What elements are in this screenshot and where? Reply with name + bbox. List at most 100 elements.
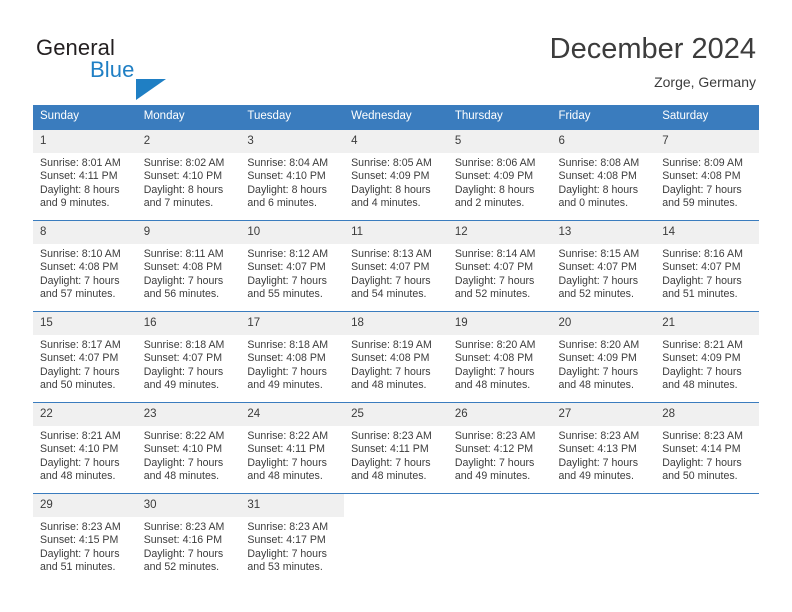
day-cell[interactable]: Sunrise: 8:09 AM Sunset: 4:08 PM Dayligh… (655, 153, 759, 220)
day-number[interactable]: 11 (344, 221, 448, 244)
day-cell[interactable]: Sunrise: 8:12 AM Sunset: 4:07 PM Dayligh… (240, 244, 344, 311)
day-number[interactable]: 9 (137, 221, 241, 244)
daylight-text-cont: and 52 minutes. (143, 561, 220, 574)
daylight-text: Daylight: 7 hours (351, 274, 431, 287)
day-number[interactable]: 15 (33, 312, 137, 335)
day-number[interactable]: 17 (240, 312, 344, 335)
calendar-grid: Sunday Monday Tuesday Wednesday Thursday… (33, 105, 759, 584)
daylight-text: Daylight: 7 hours (40, 274, 120, 287)
weekday-header-row: Sunday Monday Tuesday Wednesday Thursday… (33, 105, 759, 129)
daylight-text: Daylight: 7 hours (454, 456, 535, 469)
day-number[interactable]: 30 (137, 494, 241, 517)
day-cell[interactable]: Sunrise: 8:23 AM Sunset: 4:14 PM Dayligh… (655, 426, 759, 493)
daylight-text: Daylight: 7 hours (40, 547, 120, 560)
daylight-text-cont: and 9 minutes. (40, 197, 110, 210)
sunset-text: Sunset: 4:08 PM (40, 261, 119, 274)
day-number[interactable]: 28 (655, 403, 759, 426)
day-number[interactable]: 24 (240, 403, 344, 426)
day-number[interactable]: 20 (552, 312, 656, 335)
daylight-text: Daylight: 7 hours (558, 456, 639, 469)
week-details: Sunrise: 8:23 AM Sunset: 4:15 PM Dayligh… (33, 517, 759, 584)
sunset-text: Sunset: 4:10 PM (247, 170, 326, 183)
day-number[interactable]: 21 (655, 312, 759, 335)
day-cell[interactable]: Sunrise: 8:21 AM Sunset: 4:09 PM Dayligh… (655, 335, 759, 402)
daylight-text: Daylight: 7 hours (662, 183, 742, 196)
day-cell[interactable]: Sunrise: 8:01 AM Sunset: 4:11 PM Dayligh… (33, 153, 137, 220)
day-cell[interactable]: Sunrise: 8:23 AM Sunset: 4:15 PM Dayligh… (33, 517, 137, 584)
day-number[interactable]: 1 (33, 130, 137, 153)
daylight-text: Daylight: 7 hours (143, 547, 224, 560)
day-number[interactable]: 29 (33, 494, 137, 517)
sunrise-text: Sunrise: 8:20 AM (454, 339, 536, 351)
day-number[interactable]: 4 (344, 130, 448, 153)
day-number[interactable]: 12 (448, 221, 552, 244)
daylight-text: Daylight: 8 hours (247, 183, 327, 196)
day-cell[interactable]: Sunrise: 8:02 AM Sunset: 4:10 PM Dayligh… (137, 153, 241, 220)
day-cell[interactable]: Sunrise: 8:20 AM Sunset: 4:08 PM Dayligh… (448, 335, 552, 402)
sunset-text: Sunset: 4:08 PM (351, 352, 430, 365)
day-number[interactable]: 23 (137, 403, 241, 426)
day-cell[interactable]: Sunrise: 8:23 AM Sunset: 4:11 PM Dayligh… (344, 426, 448, 493)
weekday-header-thursday: Thursday (454, 110, 503, 122)
day-cell[interactable]: Sunrise: 8:23 AM Sunset: 4:16 PM Dayligh… (137, 517, 241, 584)
day-number[interactable]: 5 (448, 130, 552, 153)
day-cell[interactable]: Sunrise: 8:08 AM Sunset: 4:08 PM Dayligh… (552, 153, 656, 220)
sunset-text: Sunset: 4:15 PM (40, 534, 119, 547)
sunrise-text: Sunrise: 8:23 AM (454, 430, 536, 442)
day-number[interactable]: 7 (655, 130, 759, 153)
calendar-page: General Blue December 2024 Zorge, German… (0, 0, 792, 612)
day-cell[interactable]: Sunrise: 8:20 AM Sunset: 4:09 PM Dayligh… (552, 335, 656, 402)
day-number[interactable]: 26 (448, 403, 552, 426)
day-number[interactable]: 19 (448, 312, 552, 335)
day-cell[interactable]: Sunrise: 8:23 AM Sunset: 4:13 PM Dayligh… (552, 426, 656, 493)
sunrise-text: Sunrise: 8:08 AM (558, 157, 640, 169)
general-blue-logo[interactable]: General Blue (36, 36, 206, 100)
day-cell[interactable]: Sunrise: 8:23 AM Sunset: 4:17 PM Dayligh… (240, 517, 344, 584)
day-number[interactable]: 2 (137, 130, 241, 153)
day-cell[interactable]: Sunrise: 8:10 AM Sunset: 4:08 PM Dayligh… (33, 244, 137, 311)
day-number[interactable]: 10 (240, 221, 344, 244)
sunrise-text: Sunrise: 8:10 AM (40, 248, 121, 260)
daylight-text: Daylight: 7 hours (351, 365, 431, 378)
day-cell[interactable]: Sunrise: 8:21 AM Sunset: 4:10 PM Dayligh… (33, 426, 137, 493)
day-cell[interactable]: Sunrise: 8:13 AM Sunset: 4:07 PM Dayligh… (344, 244, 448, 311)
day-number[interactable]: 8 (33, 221, 137, 244)
day-cell[interactable]: Sunrise: 8:18 AM Sunset: 4:08 PM Dayligh… (240, 335, 344, 402)
day-number[interactable]: 6 (552, 130, 656, 153)
day-number[interactable]: 22 (33, 403, 137, 426)
daylight-text: Daylight: 7 hours (454, 274, 535, 287)
sunset-text: Sunset: 4:08 PM (454, 352, 534, 365)
day-cell[interactable]: Sunrise: 8:19 AM Sunset: 4:08 PM Dayligh… (344, 335, 448, 402)
day-cell[interactable]: Sunrise: 8:16 AM Sunset: 4:07 PM Dayligh… (655, 244, 759, 311)
weekday-header-saturday: Saturday (662, 110, 709, 122)
title-block: December 2024 Zorge, Germany (550, 32, 756, 90)
day-number[interactable]: 25 (344, 403, 448, 426)
day-number[interactable]: 13 (552, 221, 656, 244)
weekday-header-monday: Monday (143, 110, 185, 122)
day-cell[interactable]: Sunrise: 8:11 AM Sunset: 4:08 PM Dayligh… (137, 244, 241, 311)
day-number[interactable]: 3 (240, 130, 344, 153)
day-cell[interactable]: Sunrise: 8:23 AM Sunset: 4:12 PM Dayligh… (448, 426, 552, 493)
day-cell[interactable]: Sunrise: 8:18 AM Sunset: 4:07 PM Dayligh… (137, 335, 241, 402)
day-cell[interactable]: Sunrise: 8:15 AM Sunset: 4:07 PM Dayligh… (552, 244, 656, 311)
daylight-text: Daylight: 7 hours (454, 365, 535, 378)
calendar-week-row: 29 30 31 Sunrise: 8:23 AM Sunset: 4:15 P… (33, 493, 759, 584)
weekday-header-sunday: Sunday (40, 110, 80, 122)
day-cell[interactable]: Sunrise: 8:05 AM Sunset: 4:09 PM Dayligh… (344, 153, 448, 220)
day-number[interactable]: 31 (240, 494, 344, 517)
day-number[interactable]: 16 (137, 312, 241, 335)
day-cell[interactable]: Sunrise: 8:22 AM Sunset: 4:11 PM Dayligh… (240, 426, 344, 493)
day-cell[interactable]: Sunrise: 8:17 AM Sunset: 4:07 PM Dayligh… (33, 335, 137, 402)
day-number[interactable]: 14 (655, 221, 759, 244)
daylight-text-cont: and 51 minutes. (40, 561, 116, 574)
day-number[interactable]: 27 (552, 403, 656, 426)
sunrise-text: Sunrise: 8:18 AM (247, 339, 329, 351)
day-cell[interactable]: Sunrise: 8:14 AM Sunset: 4:07 PM Dayligh… (448, 244, 552, 311)
weekday-header-friday: Friday (558, 110, 591, 122)
day-cell[interactable]: Sunrise: 8:04 AM Sunset: 4:10 PM Dayligh… (240, 153, 344, 220)
daylight-text-cont: and 59 minutes. (662, 197, 738, 210)
day-number[interactable]: 18 (344, 312, 448, 335)
sunrise-text: Sunrise: 8:23 AM (143, 521, 225, 533)
day-cell[interactable]: Sunrise: 8:06 AM Sunset: 4:09 PM Dayligh… (448, 153, 552, 220)
day-cell[interactable]: Sunrise: 8:22 AM Sunset: 4:10 PM Dayligh… (137, 426, 241, 493)
